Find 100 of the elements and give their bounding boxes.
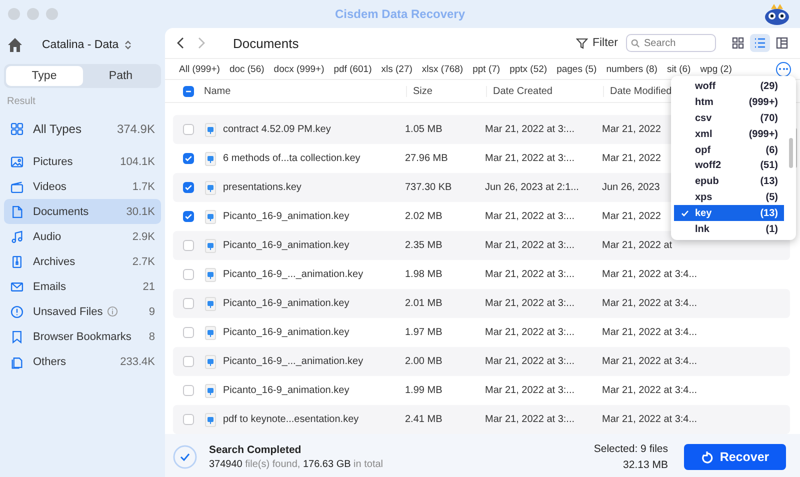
menu-item[interactable]: htm (999+) bbox=[674, 94, 784, 111]
tab[interactable]: Type bbox=[6, 66, 82, 86]
menu-item[interactable]: lnk (1) bbox=[674, 221, 784, 237]
column-header[interactable]: Date Created bbox=[486, 86, 603, 96]
date-created: Mar 21, 2022 at 3:... bbox=[485, 356, 574, 367]
checkbox[interactable] bbox=[183, 327, 194, 338]
file-size: 737.30 KB bbox=[405, 182, 452, 193]
checkbox[interactable] bbox=[183, 385, 194, 396]
file-type-filter[interactable]: xls (27) bbox=[381, 64, 412, 74]
keynote-file-icon bbox=[205, 268, 216, 282]
file-type-filter[interactable]: All (999+) bbox=[179, 64, 220, 74]
sidebar-item[interactable]: Browser Bookmarks 8 bbox=[4, 324, 161, 349]
sidebar-item[interactable]: Pictures 104.1K bbox=[4, 149, 161, 174]
sidebar-item[interactable]: Emails 21 bbox=[4, 274, 161, 299]
file-type-filter[interactable]: sit (6) bbox=[666, 64, 691, 74]
checkbox[interactable] bbox=[183, 298, 194, 309]
checkbox[interactable] bbox=[183, 124, 194, 135]
close-button[interactable] bbox=[8, 8, 20, 20]
date-modified: Jun 26, 2023 bbox=[602, 182, 660, 193]
file-name: Picanto_16-9_animation.key bbox=[223, 211, 350, 222]
minimize-button[interactable] bbox=[27, 8, 39, 20]
check-circle-icon bbox=[173, 445, 197, 469]
search-field[interactable]: Search bbox=[626, 34, 716, 52]
sidebar-item[interactable]: Others 233.4K bbox=[4, 349, 161, 374]
file-type-filter[interactable]: doc (56) bbox=[229, 64, 264, 74]
date-created: Mar 21, 2022 at 3:... bbox=[485, 211, 574, 222]
date-created: Mar 21, 2022 at 3:... bbox=[485, 269, 574, 280]
file-size: 1.99 MB bbox=[405, 385, 442, 396]
menu-item[interactable]: opf (6) bbox=[674, 142, 784, 158]
checkbox[interactable] bbox=[183, 269, 194, 280]
checkbox[interactable] bbox=[183, 153, 194, 164]
sidebar-item[interactable]: Archives 2.7K bbox=[4, 249, 161, 274]
date-modified: Mar 21, 2022 at 3:4... bbox=[602, 269, 698, 280]
file-size: 1.98 MB bbox=[405, 269, 442, 280]
file-name: 6 methods of...ta collection.key bbox=[223, 153, 360, 164]
zoom-button[interactable] bbox=[46, 8, 58, 20]
menu-item[interactable]: csv (70) bbox=[674, 110, 784, 126]
filter-button[interactable]: Filter bbox=[576, 37, 618, 49]
selected-count: Selected: 9 files bbox=[594, 442, 668, 457]
sidebar-item[interactable]: Audio 2.9K bbox=[4, 224, 161, 249]
checkbox[interactable] bbox=[183, 240, 194, 251]
date-created: Mar 21, 2022 at 3:... bbox=[485, 298, 574, 309]
date-modified: Mar 21, 2022 at 3:4... bbox=[602, 414, 698, 425]
file-type-filter[interactable]: pptx (52) bbox=[510, 64, 548, 74]
file-type-filter[interactable]: pdf (601) bbox=[334, 64, 372, 74]
file-name: contract 4.52.09 PM.key bbox=[223, 124, 331, 135]
envelope-icon bbox=[10, 280, 24, 294]
keynote-file-icon bbox=[205, 180, 216, 194]
sidebar-item[interactable]: Documents 30.1K bbox=[4, 199, 161, 224]
view-toggle[interactable] bbox=[750, 34, 770, 52]
checkbox[interactable] bbox=[183, 356, 194, 367]
menu-item[interactable]: woff (29) bbox=[674, 79, 784, 95]
file-type-filter[interactable]: ppt (7) bbox=[472, 64, 500, 74]
keynote-file-icon bbox=[205, 326, 216, 340]
date-created: Mar 21, 2022 at 3:... bbox=[485, 414, 574, 425]
file-name: Picanto_16-9_animation.key bbox=[223, 327, 350, 338]
file-size: 2.00 MB bbox=[405, 356, 442, 367]
date-modified: Mar 21, 2022 at 3:4... bbox=[602, 385, 698, 396]
recover-button[interactable]: Recover bbox=[684, 444, 786, 470]
checkbox[interactable] bbox=[183, 211, 194, 222]
file-size: 2.02 MB bbox=[405, 211, 442, 222]
sidebar-item[interactable]: Unsaved Files 9 bbox=[4, 299, 161, 324]
sidebar-item[interactable]: All Types 374.9K bbox=[4, 113, 161, 145]
file-type-filter[interactable]: xlsx (768) bbox=[422, 64, 464, 74]
selected-size: 32.13 MB bbox=[622, 458, 668, 473]
list-view-icon bbox=[754, 37, 766, 49]
volume-name[interactable]: Catalina - Data bbox=[42, 39, 119, 51]
file-size: 2.01 MB bbox=[405, 298, 442, 309]
keynote-file-icon bbox=[205, 354, 216, 368]
menu-item[interactable]: xps (5) bbox=[674, 190, 784, 206]
file-type-filter[interactable]: pages (5) bbox=[556, 64, 597, 74]
file-type-filter[interactable]: numbers (8) bbox=[606, 64, 658, 74]
sidebar-item[interactable]: Videos 1.7K bbox=[4, 174, 161, 199]
column-header[interactable]: Name bbox=[204, 86, 406, 96]
select-all-checkbox[interactable] bbox=[183, 86, 194, 96]
date-modified: Mar 21, 2022 at 3:4... bbox=[602, 356, 698, 367]
scrollbar[interactable] bbox=[789, 138, 793, 168]
column-header[interactable]: Size bbox=[406, 86, 486, 96]
home-icon[interactable] bbox=[6, 36, 24, 54]
checkbox[interactable] bbox=[183, 182, 194, 193]
tab[interactable]: Path bbox=[82, 66, 159, 86]
file-type-filter[interactable]: docx (999+) bbox=[274, 64, 324, 74]
file-type-filter[interactable]: wpg (2) bbox=[700, 64, 732, 74]
file-size: 2.41 MB bbox=[405, 414, 442, 425]
date-modified: Mar 21, 2022 bbox=[602, 124, 661, 135]
date-modified: Mar 21, 2022 bbox=[602, 153, 661, 164]
info-icon[interactable] bbox=[106, 306, 118, 317]
checkmark-icon bbox=[184, 212, 193, 221]
menu-item[interactable]: xml (999+) bbox=[674, 126, 784, 142]
menu-item[interactable]: epub (13) bbox=[674, 174, 784, 190]
checkmark-icon bbox=[184, 154, 193, 163]
restore-icon bbox=[700, 450, 713, 464]
status-title: Search Completed bbox=[209, 444, 302, 456]
checkbox[interactable] bbox=[183, 414, 194, 425]
menu-item[interactable]: woff2 (51) bbox=[674, 158, 784, 174]
warning-icon bbox=[10, 304, 24, 318]
menu-item[interactable]: key (13) bbox=[674, 205, 784, 222]
search-icon bbox=[631, 38, 640, 48]
chevron-updown-icon[interactable] bbox=[124, 40, 132, 50]
section-label: Result bbox=[7, 96, 36, 107]
